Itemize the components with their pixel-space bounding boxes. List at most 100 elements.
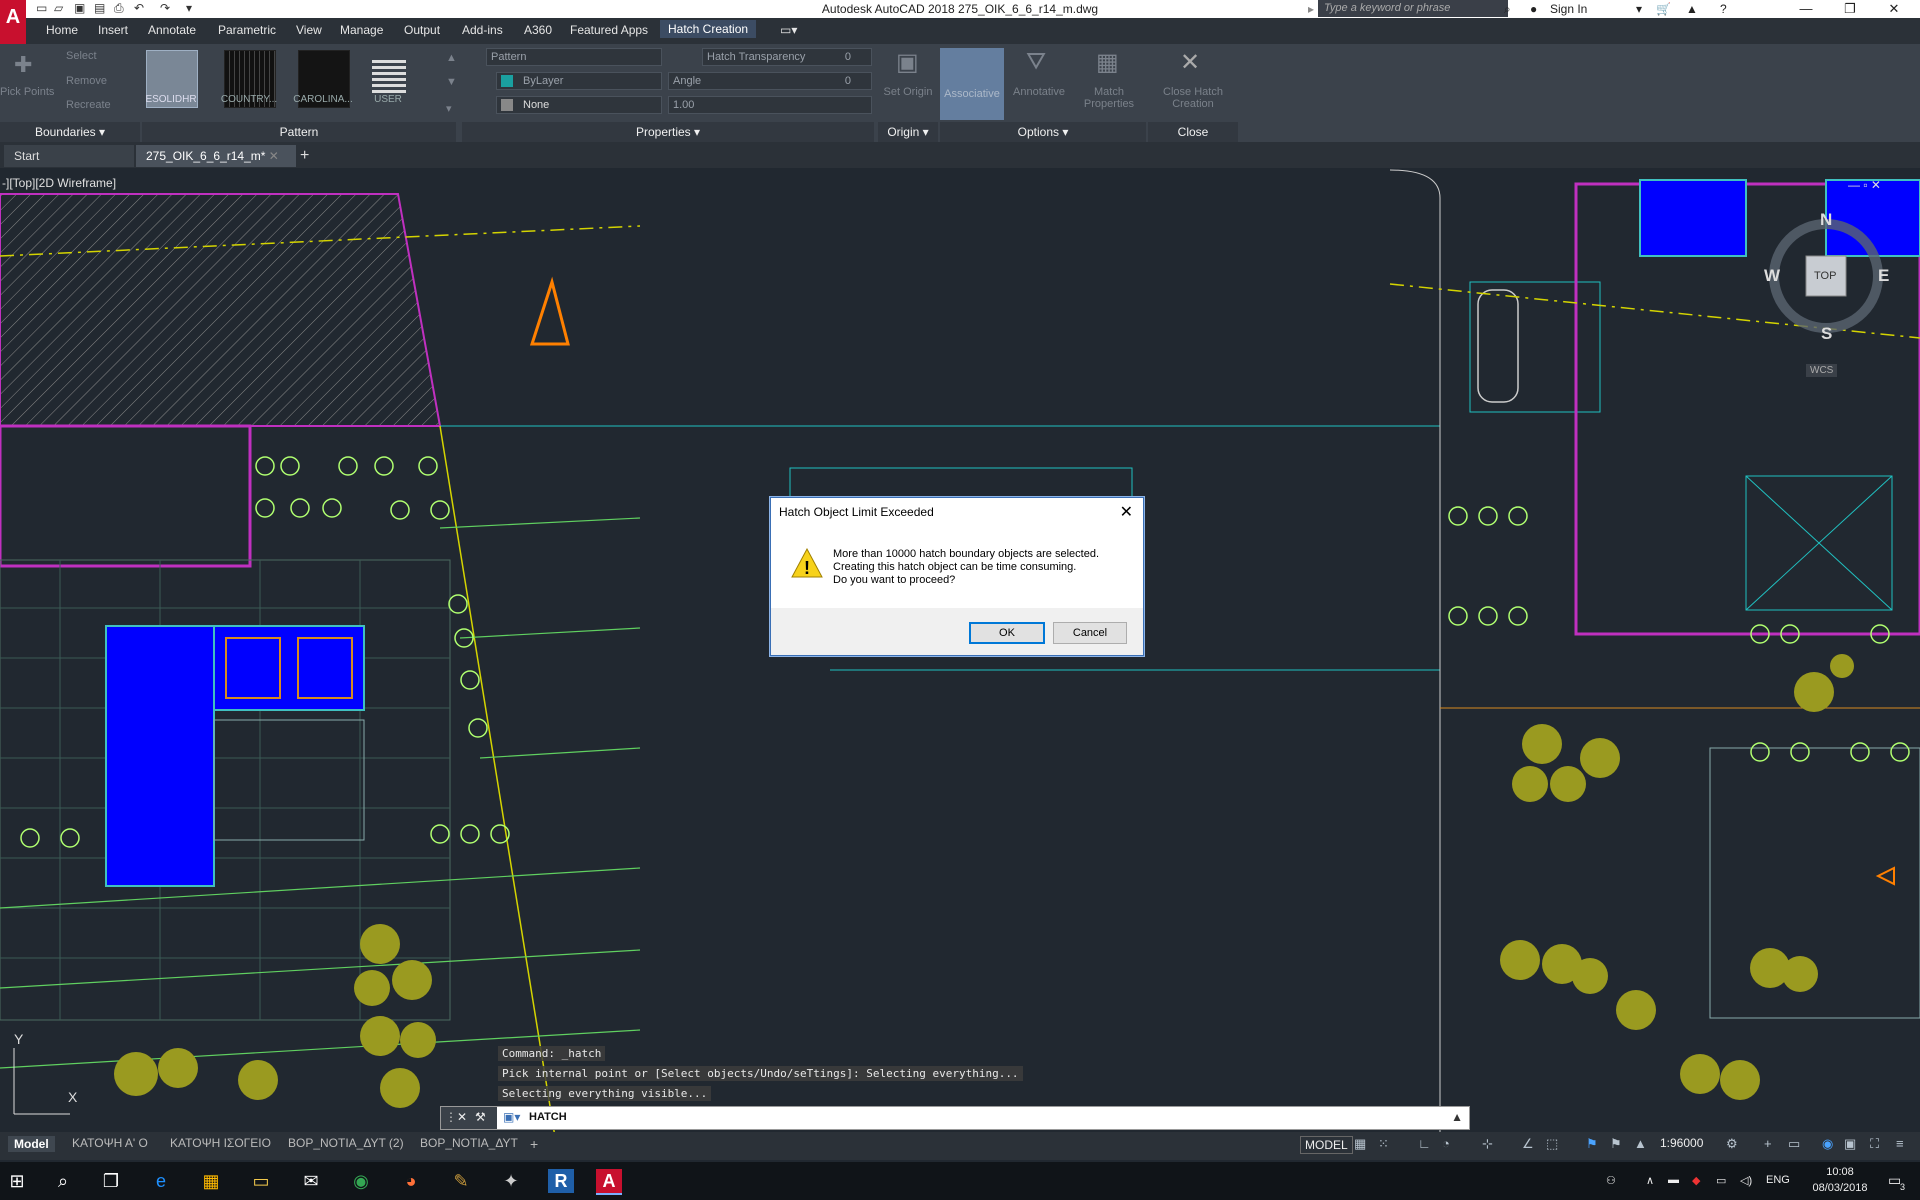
- edge-icon[interactable]: e: [148, 1169, 174, 1193]
- tab-add-ins[interactable]: Add-ins: [462, 23, 503, 37]
- layout-tab-model[interactable]: Model: [8, 1136, 55, 1152]
- ribbon-toggle-icon[interactable]: ▭▾: [780, 23, 797, 37]
- tab-home[interactable]: Home: [46, 23, 78, 37]
- isolate-objects-icon[interactable]: ◉: [1822, 1136, 1833, 1152]
- customization-icon[interactable]: ≡: [1896, 1136, 1904, 1151]
- viewcube-south[interactable]: S: [1821, 324, 1832, 344]
- select-boundary-button[interactable]: Select: [66, 50, 97, 62]
- task-view-icon[interactable]: ❐: [98, 1169, 124, 1193]
- background-color-select[interactable]: None: [496, 96, 662, 114]
- sign-in-dropdown-icon[interactable]: ▾: [1636, 2, 1642, 16]
- tab-parametric[interactable]: Parametric: [218, 23, 276, 37]
- hardware-acceleration-icon[interactable]: ▣: [1844, 1136, 1856, 1152]
- command-history-toggle-icon[interactable]: ▲: [1451, 1110, 1463, 1124]
- boundaries-panel-label[interactable]: Boundaries ▾: [0, 122, 140, 142]
- viewcube-west[interactable]: W: [1764, 266, 1780, 286]
- annotation-visibility-icon[interactable]: ⚑: [1586, 1136, 1598, 1152]
- ok-button[interactable]: OK: [969, 622, 1045, 644]
- tab-featured-apps[interactable]: Featured Apps: [570, 23, 648, 37]
- origin-panel-label[interactable]: Origin ▾: [878, 122, 938, 142]
- hatch-transparency-field[interactable]: Hatch Transparency 0: [702, 48, 872, 66]
- viewport-controls[interactable]: -][Top][2D Wireframe]: [2, 176, 116, 190]
- viewcube-north[interactable]: N: [1820, 210, 1832, 230]
- pick-points-button[interactable]: Pick Points: [0, 86, 54, 98]
- people-icon[interactable]: ⚇: [1606, 1174, 1616, 1187]
- chrome-icon[interactable]: ◉: [348, 1169, 374, 1193]
- associative-button[interactable]: Associative: [940, 48, 1004, 120]
- clock-time[interactable]: 10:08: [1810, 1166, 1870, 1178]
- tab-output[interactable]: Output: [404, 23, 440, 37]
- tab-a360[interactable]: A360: [524, 23, 552, 37]
- firefox-icon[interactable]: ◕: [398, 1169, 424, 1193]
- cancel-button[interactable]: Cancel: [1053, 622, 1127, 644]
- set-origin-button[interactable]: Set Origin: [880, 86, 936, 98]
- units-icon[interactable]: ▭: [1788, 1136, 1800, 1152]
- viewcube-east[interactable]: E: [1878, 266, 1889, 286]
- tab-manage[interactable]: Manage: [340, 23, 383, 37]
- remove-boundary-button[interactable]: Remove: [66, 75, 107, 87]
- windows-start-icon[interactable]: ⊞: [4, 1169, 30, 1193]
- sign-in-link[interactable]: Sign In: [1550, 2, 1587, 16]
- clock-date[interactable]: 08/03/2018: [1806, 1182, 1874, 1194]
- pattern-scroll-down-icon[interactable]: ▼: [446, 76, 457, 88]
- close-hatch-creation-button[interactable]: Close Hatch Creation: [1150, 86, 1236, 110]
- app-2-icon[interactable]: ✦: [498, 1169, 524, 1193]
- layout-tab-2[interactable]: ΚΑΤΟΨΗ ΙΣΟΓΕΙΟ: [170, 1136, 271, 1150]
- store-icon[interactable]: ▦: [198, 1169, 224, 1193]
- new-tab-icon[interactable]: +: [290, 145, 320, 167]
- input-language[interactable]: ENG: [1766, 1174, 1790, 1186]
- model-space-button[interactable]: MODEL: [1300, 1136, 1353, 1154]
- match-properties-button[interactable]: Match Properties: [1076, 86, 1142, 110]
- network-icon[interactable]: ▭: [1716, 1174, 1726, 1187]
- viewcube-top-label[interactable]: TOP: [1814, 270, 1836, 282]
- app-icon[interactable]: ✎: [448, 1169, 474, 1193]
- cart-icon[interactable]: 🛒: [1656, 2, 1671, 16]
- hatch-scale-field[interactable]: 1.00: [668, 96, 872, 114]
- layout-tab-4[interactable]: ΒΟΡ_ΝΟΤΙΑ_ΔΥΤ: [420, 1136, 518, 1150]
- annotation-scale-select[interactable]: 1:96000: [1660, 1136, 1703, 1150]
- tray-antivirus-icon[interactable]: ◆: [1692, 1174, 1700, 1187]
- close-tab-icon[interactable]: ✕: [269, 149, 279, 163]
- auto-scale-icon[interactable]: ⚑: [1610, 1136, 1622, 1152]
- command-recent-icon[interactable]: ▣▾: [503, 1110, 520, 1124]
- help-icon[interactable]: ?: [1720, 2, 1727, 16]
- tab-insert[interactable]: Insert: [98, 23, 128, 37]
- layout-tab-3[interactable]: ΒΟΡ_ΝΟΤΙΑ_ΔΥΤ (2): [288, 1136, 404, 1150]
- search-icon[interactable]: ⌕: [50, 1169, 76, 1193]
- clean-screen-icon[interactable]: ⛶: [1870, 1136, 1879, 1152]
- dialog-close-button[interactable]: ✕: [1120, 502, 1133, 522]
- volume-icon[interactable]: ◁): [1740, 1174, 1752, 1187]
- wcs-menu[interactable]: WCS: [1806, 364, 1838, 377]
- revit-icon[interactable]: R: [548, 1169, 574, 1193]
- binoculars-icon[interactable]: ⌕: [1504, 2, 1511, 17]
- selection-cycle-icon[interactable]: ⬚: [1546, 1136, 1558, 1152]
- mail-icon[interactable]: ✉: [298, 1169, 324, 1193]
- polar-icon[interactable]: ◔: [1442, 1136, 1450, 1151]
- exchange-icon[interactable]: ▲: [1686, 2, 1698, 16]
- tab-hatch-creation[interactable]: Hatch Creation: [660, 20, 757, 38]
- hatch-type-select[interactable]: Pattern: [486, 48, 662, 66]
- autocad-taskbar-icon[interactable]: A: [596, 1169, 622, 1195]
- options-panel-label[interactable]: Options ▾: [940, 122, 1146, 142]
- properties-panel-label[interactable]: Properties ▾: [462, 122, 874, 142]
- pattern-swatch-user[interactable]: [372, 60, 406, 94]
- tab-annotate[interactable]: Annotate: [148, 23, 196, 37]
- doc-tab-drawing[interactable]: 275_OIK_6_6_r14_m* ✕: [136, 145, 296, 167]
- pattern-expand-icon[interactable]: ▾: [446, 102, 452, 115]
- restore-button[interactable]: ❐: [1828, 0, 1872, 18]
- annotation-scale-icon[interactable]: ▲: [1634, 1136, 1647, 1151]
- hatch-angle-field[interactable]: Angle 0: [668, 72, 872, 90]
- hatch-color-select[interactable]: ByLayer: [496, 72, 662, 90]
- doc-tab-start[interactable]: Start: [4, 145, 134, 167]
- file-explorer-icon[interactable]: ▭: [248, 1169, 274, 1193]
- annotation-monitor-icon[interactable]: +: [1764, 1136, 1772, 1151]
- ortho-icon[interactable]: ∟: [1418, 1136, 1431, 1151]
- search-input[interactable]: Type a keyword or phrase: [1318, 0, 1508, 17]
- tab-view[interactable]: View: [296, 23, 322, 37]
- tray-overflow-icon[interactable]: ∧: [1646, 1174, 1654, 1187]
- command-customize-icon[interactable]: ⚒: [475, 1110, 486, 1124]
- viewport-window-controls[interactable]: — ▫ ✕: [1848, 178, 1881, 192]
- command-close-icon[interactable]: ✕: [457, 1110, 467, 1124]
- pattern-scroll-up-icon[interactable]: ▲: [446, 52, 457, 64]
- workspace-gear-icon[interactable]: ⚙: [1726, 1136, 1738, 1152]
